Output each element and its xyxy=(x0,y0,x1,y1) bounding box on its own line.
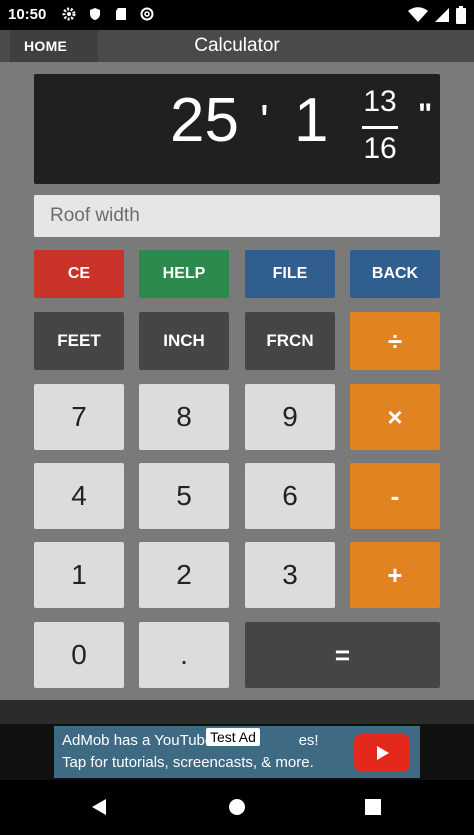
digit-3-button[interactable]: 3 xyxy=(245,542,335,608)
home-button[interactable]: HOME xyxy=(10,30,98,62)
back-nav-icon[interactable] xyxy=(90,798,108,816)
digit-2-button[interactable]: 2 xyxy=(139,542,229,608)
digit-4-button[interactable]: 4 xyxy=(34,463,124,529)
calculator-display: 25 ' 1 13 16 " xyxy=(34,74,440,184)
ad-banner[interactable]: AdMob has a YouTube Ch es! Tap for tutori… xyxy=(54,726,420,778)
digit-7-button[interactable]: 7 xyxy=(34,384,124,450)
app-bar: Calculator HOME xyxy=(0,30,474,62)
inch-button[interactable]: INCH xyxy=(139,312,229,370)
file-button[interactable]: FILE xyxy=(245,250,335,298)
back-button[interactable]: BACK xyxy=(350,250,440,298)
signal-icon xyxy=(435,8,449,22)
test-ad-label: Test Ad xyxy=(206,728,260,746)
fraction-button[interactable]: FRCN xyxy=(245,312,335,370)
ce-button[interactable]: CE xyxy=(34,250,124,298)
fraction-numerator: 13 xyxy=(363,85,397,118)
display-feet-mark: ' xyxy=(260,95,269,147)
fraction-denominator: 16 xyxy=(363,132,397,165)
wifi-icon xyxy=(408,7,428,22)
display-inch-value: 1 xyxy=(294,86,329,155)
sd-card-icon xyxy=(116,8,126,20)
calculator-panel: 25 ' 1 13 16 " Roof width CE HELP FILE B… xyxy=(0,62,474,700)
fraction-bar xyxy=(362,126,398,129)
feet-button[interactable]: FEET xyxy=(34,312,124,370)
bottom-strip xyxy=(0,700,474,724)
equals-button[interactable]: = xyxy=(245,622,440,688)
display-feet-value: 25 xyxy=(170,86,239,155)
add-button[interactable]: + xyxy=(350,542,440,608)
ad-line-2: Tap for tutorials, screencasts, & more. xyxy=(62,754,314,771)
subtract-button[interactable]: - xyxy=(350,463,440,529)
status-bar: 10:50 xyxy=(0,0,474,30)
home-nav-icon[interactable] xyxy=(228,798,246,816)
recents-nav-icon[interactable] xyxy=(364,798,382,816)
display-fraction: 13 16 xyxy=(360,86,400,165)
divide-button[interactable]: ÷ xyxy=(350,312,440,370)
settings-icon xyxy=(62,7,76,21)
ad-line-1: AdMob has a YouTube Ch es! xyxy=(62,732,319,749)
digit-5-button[interactable]: 5 xyxy=(139,463,229,529)
display-inch-mark: " xyxy=(418,98,433,131)
multiply-button[interactable]: × xyxy=(350,384,440,450)
status-time: 10:50 xyxy=(8,6,47,23)
label-input[interactable]: Roof width xyxy=(34,195,440,237)
digit-9-button[interactable]: 9 xyxy=(245,384,335,450)
youtube-play-icon xyxy=(354,734,410,772)
system-nav-bar xyxy=(0,780,474,835)
digit-1-button[interactable]: 1 xyxy=(34,542,124,608)
at-sign-icon xyxy=(140,7,154,21)
help-button[interactable]: HELP xyxy=(139,250,229,298)
decimal-button[interactable]: . xyxy=(139,622,229,688)
digit-8-button[interactable]: 8 xyxy=(139,384,229,450)
status-right-icons xyxy=(408,6,466,24)
battery-icon xyxy=(456,6,466,24)
ad-container: AdMob has a YouTube Ch es! Tap for tutori… xyxy=(0,724,474,780)
shield-icon xyxy=(90,8,100,20)
digit-0-button[interactable]: 0 xyxy=(34,622,124,688)
digit-6-button[interactable]: 6 xyxy=(245,463,335,529)
